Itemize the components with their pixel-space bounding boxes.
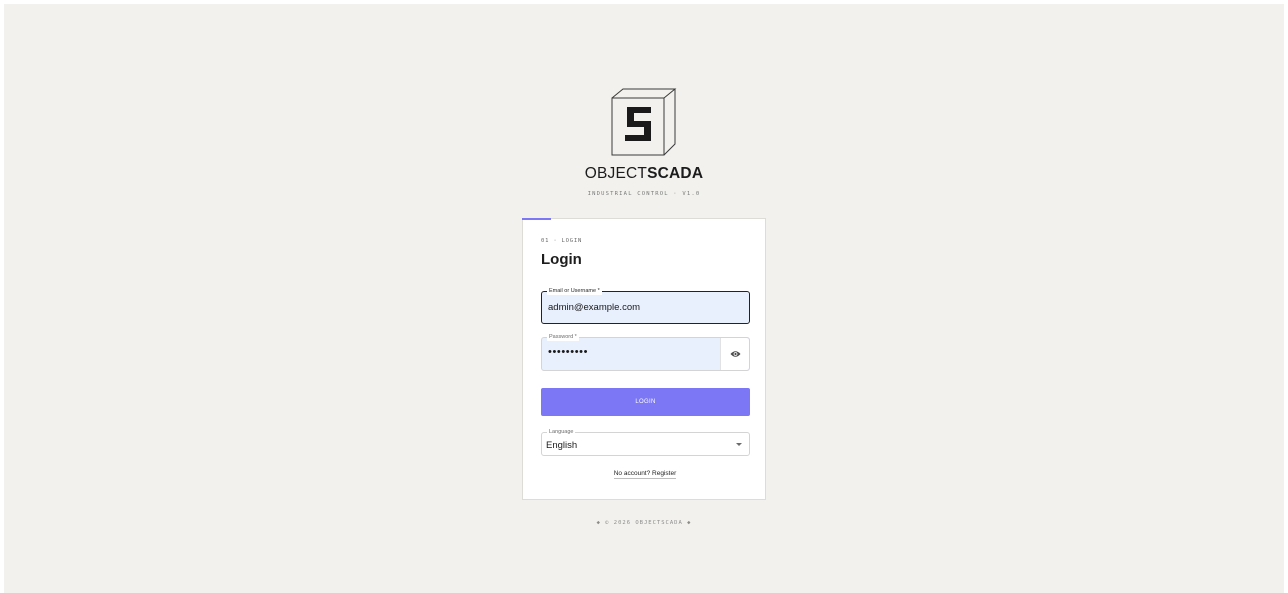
login-button[interactable]: LOGIN bbox=[541, 388, 750, 416]
password-field-value: ••••••••• bbox=[548, 346, 589, 358]
step-label: 01 · LOGIN bbox=[541, 238, 583, 244]
login-card: 01 · LOGIN Login Email or Username * adm… bbox=[522, 218, 766, 500]
email-field-label: Email or Username * bbox=[547, 287, 602, 295]
brand-name: OBJECTSCADA bbox=[0, 165, 1288, 183]
language-select-value: English bbox=[546, 440, 578, 451]
register-link-row: No account? Register bbox=[523, 470, 767, 479]
register-link[interactable]: No account? Register bbox=[613, 470, 677, 479]
show-password-button[interactable] bbox=[720, 338, 749, 370]
password-field-label: Password * bbox=[547, 333, 579, 341]
card-accent-bar bbox=[522, 218, 551, 220]
password-field[interactable]: Password * ••••••••• bbox=[541, 333, 750, 371]
brand-name-light: OBJECT bbox=[584, 165, 648, 182]
email-field-value: admin@example.com bbox=[548, 302, 641, 313]
brand-tagline: INDUSTRIAL CONTROL · V1.0 bbox=[587, 191, 701, 197]
eye-icon bbox=[730, 351, 740, 357]
language-select-label: Language bbox=[547, 428, 576, 436]
objectscada-logo-icon bbox=[611, 88, 677, 160]
brand-name-bold: SCADA bbox=[647, 165, 704, 182]
email-field[interactable]: Email or Username * admin@example.com bbox=[541, 287, 750, 324]
language-select[interactable]: Language English bbox=[541, 428, 750, 456]
login-title: Login bbox=[541, 251, 582, 268]
caret-down-icon bbox=[736, 443, 742, 446]
footer-copyright: ◆ © 2026 OBJECTSCADA ◆ bbox=[596, 520, 692, 526]
